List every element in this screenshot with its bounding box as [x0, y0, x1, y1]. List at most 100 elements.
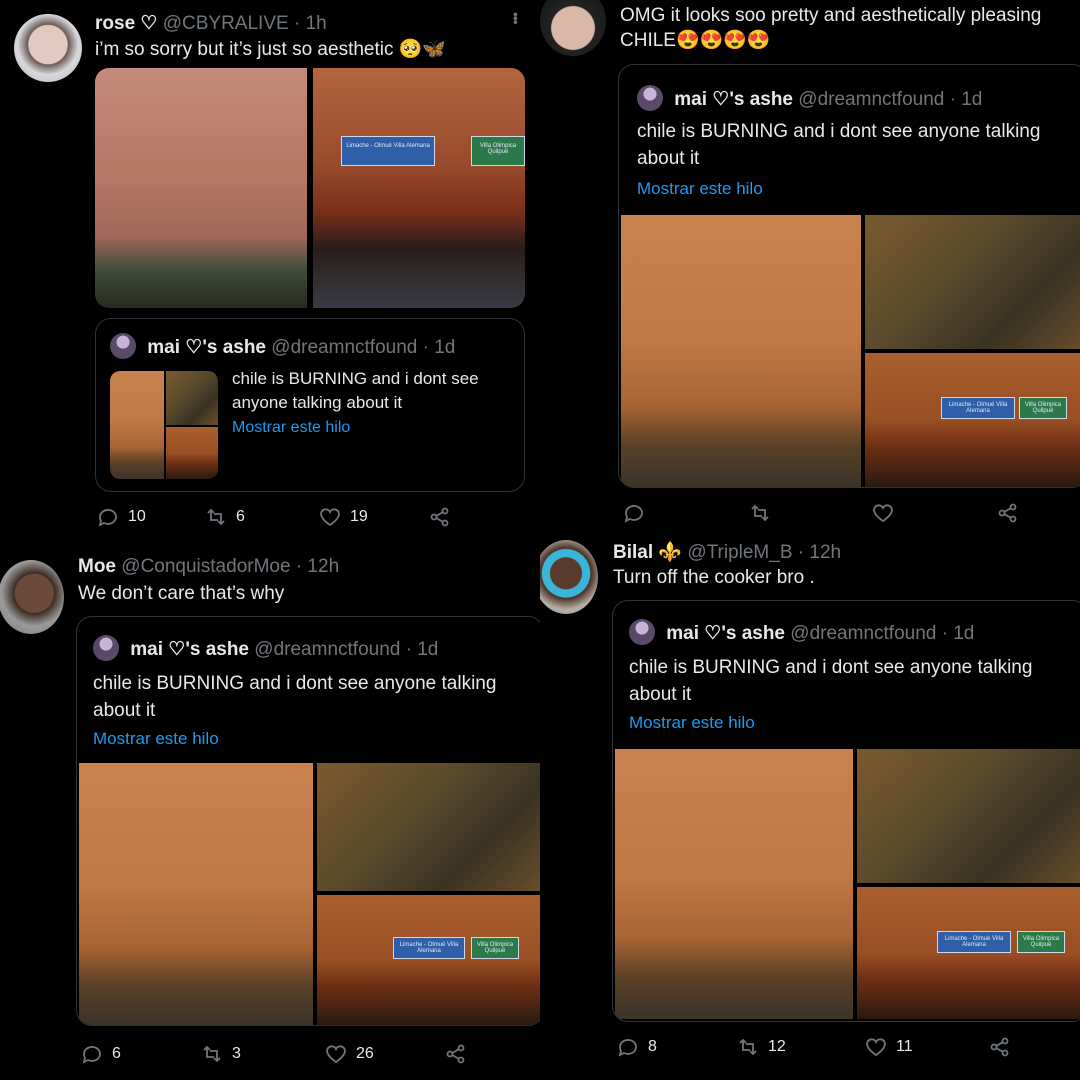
quoted-username: @dreamnctfound: [254, 639, 401, 660]
share-icon: [998, 503, 1017, 523]
retweet-count: 3: [232, 1045, 241, 1062]
share-button[interactable]: [996, 501, 1020, 525]
quoted-display-name: mai ♡'s ashe: [147, 337, 267, 358]
username[interactable]: @CBYRALIVE: [163, 13, 289, 34]
share-button[interactable]: [428, 505, 452, 529]
share-button[interactable]: [988, 1035, 1012, 1059]
like-button[interactable]: 19: [318, 505, 368, 529]
show-thread-link[interactable]: Mostrar este hilo: [629, 713, 755, 733]
like-button[interactable]: [871, 501, 903, 525]
road-sign-right: Villa Olimpica Quilpué: [471, 937, 519, 959]
tweet-moe[interactable]: Moe @ConquistadorMoe · 12h We don’t care…: [0, 540, 540, 1080]
quoted-tweet[interactable]: mai ♡'s ashe @dreamnctfound · 1d chile i…: [95, 318, 525, 492]
quoted-text: chile is BURNING and i dont see anyone t…: [629, 657, 1033, 705]
more-options-icon[interactable]: •••: [508, 12, 524, 24]
quoted-avatar: [637, 85, 663, 111]
quoted-media-traffic[interactable]: [621, 215, 861, 487]
share-icon: [430, 507, 449, 527]
display-name[interactable]: rose ♡: [95, 13, 157, 34]
road-sign-right: Villa Olimpica Quilpué: [1017, 931, 1065, 953]
reply-icon: [618, 1039, 637, 1057]
timestamp[interactable]: · 12h: [296, 556, 339, 577]
heart-icon: [320, 508, 340, 527]
display-name[interactable]: Moe: [78, 556, 116, 577]
reply-count: 10: [128, 508, 146, 525]
like-count: 19: [350, 508, 368, 525]
share-icon: [446, 1044, 465, 1064]
retweet-button[interactable]: 12: [736, 1035, 786, 1059]
heart-icon: [326, 1045, 346, 1064]
road-sign-left: Limache - Olmué Villa Alemana: [941, 397, 1015, 419]
show-thread-link[interactable]: Mostrar este hilo: [93, 729, 219, 749]
quoted-display-name: mai ♡'s ashe: [666, 623, 786, 644]
avatar[interactable]: [0, 560, 64, 634]
road-sign-left: Limache - Olmué Villa Alemana: [393, 937, 465, 959]
reply-button[interactable]: 10: [96, 505, 146, 529]
username[interactable]: @ConquistadorMoe: [121, 556, 290, 577]
retweet-icon: [207, 508, 225, 526]
retweet-count: 12: [768, 1038, 786, 1055]
timestamp[interactable]: · 12h: [798, 542, 841, 563]
retweet-icon: [203, 1045, 221, 1063]
retweet-button[interactable]: 6: [204, 505, 245, 529]
quoted-text: chile is BURNING and i dont see anyone t…: [232, 369, 479, 412]
like-button[interactable]: 11: [864, 1035, 913, 1059]
reply-button[interactable]: 8: [616, 1035, 657, 1059]
quoted-text: chile is BURNING and i dont see anyone t…: [637, 121, 1041, 169]
media-image-pink-haze[interactable]: [95, 68, 307, 308]
quoted-tweet[interactable]: mai ♡'s ashe @dreamnctfound · 1d chile i…: [76, 616, 540, 1026]
road-sign-right: Villa Olimpica Quilpué: [1019, 397, 1067, 419]
quoted-media-soldiers[interactable]: [857, 749, 1080, 883]
quoted-timestamp: · 1d: [941, 623, 975, 644]
avatar[interactable]: [14, 14, 82, 82]
media-image-highway[interactable]: Limache - Olmué Villa Alemana Villa Olim…: [313, 68, 525, 308]
quoted-avatar: [110, 333, 136, 359]
heart-icon: [873, 504, 893, 523]
tweet-rose[interactable]: rose ♡ @CBYRALIVE · 1h ••• i’m so sorry …: [0, 0, 540, 540]
quoted-media-soldiers[interactable]: [865, 215, 1080, 349]
quoted-media-highway[interactable]: Limache - Olmué Villa Alemana Villa Olim…: [865, 353, 1080, 487]
show-thread-link[interactable]: Mostrar este hilo: [637, 179, 763, 199]
retweet-button[interactable]: 3: [200, 1042, 241, 1066]
quoted-avatar: [93, 635, 119, 661]
quoted-username: @dreamnctfound: [271, 337, 418, 358]
show-thread-link[interactable]: Mostrar este hilo: [232, 419, 350, 437]
tweet-text: OMG it looks soo pretty and aestheticall…: [620, 5, 1042, 51]
retweet-button[interactable]: [748, 501, 780, 525]
road-sign-right: Villa Olimpica Quilpué: [471, 136, 525, 166]
road-sign-left: Limache - Olmué Villa Alemana: [937, 931, 1011, 953]
avatar[interactable]: [540, 0, 606, 56]
reply-button[interactable]: [622, 501, 654, 525]
username[interactable]: @TripleM_B: [687, 542, 792, 563]
tweet-omg[interactable]: OMG it looks soo pretty and aestheticall…: [540, 0, 1080, 540]
quoted-media-thumb: [166, 427, 218, 479]
quoted-media-thumb: [110, 371, 164, 479]
quoted-media-soldiers[interactable]: [317, 763, 540, 891]
quoted-media-highway[interactable]: Limache - Olmué Villa Alemana Villa Olim…: [317, 895, 540, 1025]
quoted-tweet[interactable]: mai ♡'s ashe @dreamnctfound · 1d chile i…: [612, 600, 1080, 1022]
quoted-tweet[interactable]: mai ♡'s ashe @dreamnctfound · 1d chile i…: [618, 64, 1080, 488]
avatar[interactable]: [540, 540, 598, 614]
quoted-media-traffic[interactable]: [79, 763, 313, 1025]
quoted-timestamp: · 1d: [949, 89, 983, 110]
quoted-timestamp: · 1d: [405, 639, 439, 660]
tweet-bilal[interactable]: Bilal ⚜️ @TripleM_B · 12h Turn off the c…: [540, 540, 1080, 1080]
share-button[interactable]: [444, 1042, 468, 1066]
share-icon: [990, 1037, 1009, 1057]
display-name[interactable]: Bilal ⚜️: [613, 542, 682, 563]
timestamp[interactable]: · 1h: [294, 13, 327, 34]
quoted-avatar: [629, 619, 655, 645]
like-count: 26: [356, 1045, 374, 1062]
reply-button[interactable]: 6: [80, 1042, 121, 1066]
quoted-username: @dreamnctfound: [798, 89, 945, 110]
quoted-media-traffic[interactable]: [615, 749, 853, 1019]
quoted-media-thumb: [166, 371, 218, 425]
like-button[interactable]: 26: [324, 1042, 374, 1066]
quoted-media-highway[interactable]: Limache - Olmué Villa Alemana Villa Olim…: [857, 887, 1080, 1019]
quoted-username: @dreamnctfound: [790, 623, 937, 644]
tweet-text: i’m so sorry but it’s just so aesthetic …: [95, 39, 447, 60]
quoted-display-name: mai ♡'s ashe: [130, 639, 250, 660]
quoted-text: chile is BURNING and i dont see anyone t…: [93, 673, 497, 721]
tweet-text: We don’t care that’s why: [78, 583, 285, 604]
tweet-text: Turn off the cooker bro .: [613, 567, 815, 588]
